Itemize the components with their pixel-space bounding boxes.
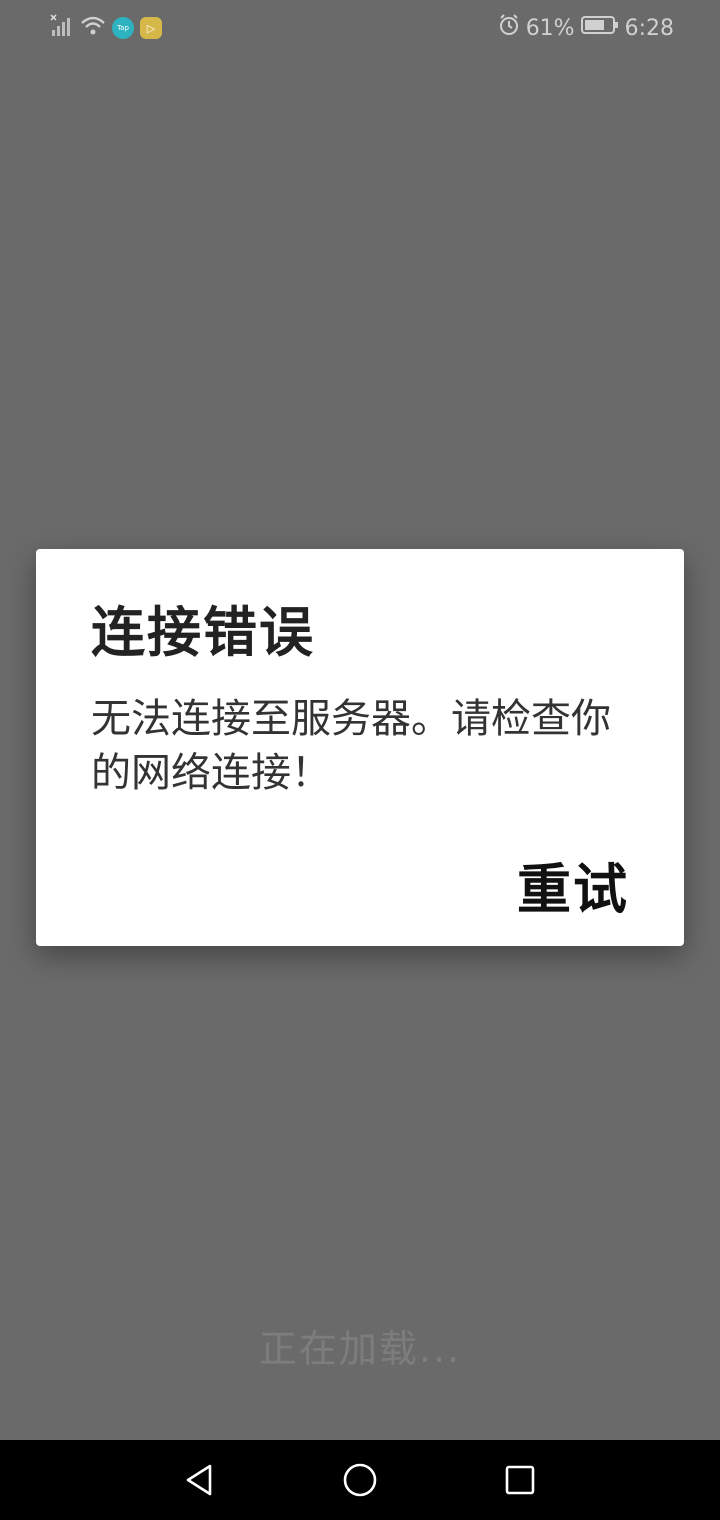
recents-icon[interactable] bbox=[498, 1458, 542, 1502]
back-icon[interactable] bbox=[178, 1458, 222, 1502]
status-bar: Tap ▷ 61% 6:28 bbox=[0, 0, 720, 56]
retry-button[interactable]: 重试 bbox=[517, 845, 629, 924]
connection-error-dialog: 连接错误 无法连接至服务器。请检查你的网络连接！ 重试 bbox=[36, 549, 684, 946]
tap-app-icon: Tap bbox=[112, 17, 134, 39]
navigation-bar bbox=[0, 1440, 720, 1520]
home-icon[interactable] bbox=[338, 1458, 382, 1502]
loading-text: 正在加载... bbox=[258, 1327, 462, 1371]
signal-icon bbox=[50, 14, 74, 42]
battery-icon bbox=[580, 15, 619, 41]
dialog-title: 连接错误 bbox=[91, 601, 315, 664]
dialog-message: 无法连接至服务器。请检查你的网络连接！ bbox=[91, 696, 611, 796]
alarm-icon bbox=[498, 14, 520, 42]
status-left-icons: Tap ▷ bbox=[50, 14, 162, 42]
play-app-icon: ▷ bbox=[140, 17, 162, 39]
clock-time: 6:28 bbox=[624, 15, 674, 41]
status-right-icons: 61% 6:28 bbox=[498, 14, 674, 42]
battery-percent: 61% bbox=[525, 15, 575, 41]
wifi-icon bbox=[80, 14, 106, 42]
